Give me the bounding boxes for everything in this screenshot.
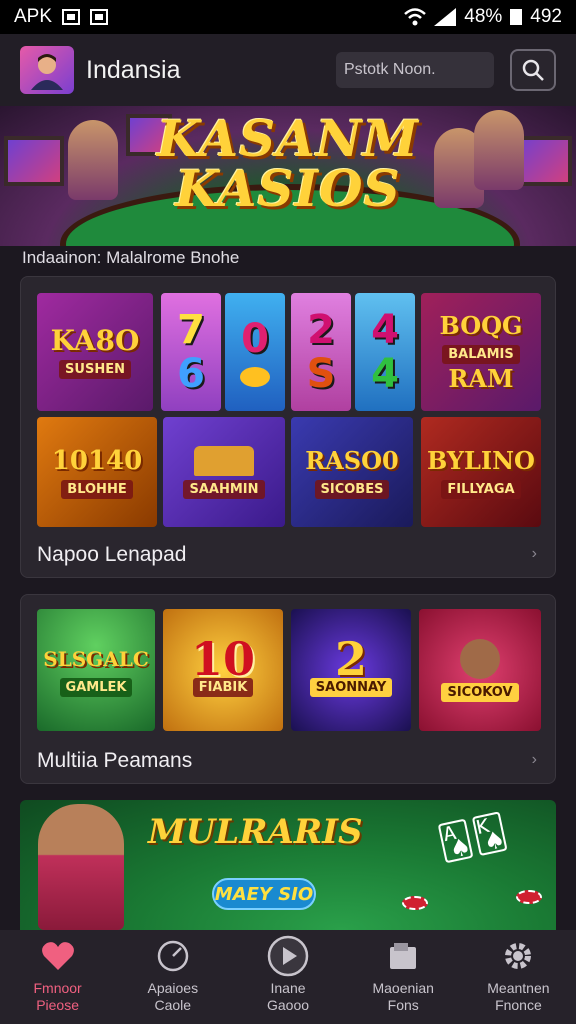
signal-icon <box>434 8 457 26</box>
treasure-chest-icon <box>194 445 254 476</box>
section-subtitle: Indaainon: Malalrome Bnohe <box>22 248 240 267</box>
tile-title: 10 <box>190 631 255 686</box>
chevron-right-icon[interactable]: › <box>532 545 537 563</box>
slot-reel-tile[interactable]: 4 4 <box>355 293 415 411</box>
game-tile[interactable]: BOQG BALAMIS RAM <box>421 293 541 411</box>
tile-subtitle: BLOHHE <box>61 479 133 499</box>
chevron-right-icon[interactable]: › <box>532 751 537 769</box>
search-icon <box>522 59 544 81</box>
nav-label: Fons <box>387 997 419 1013</box>
nav-item-games[interactable]: Apaioes Caole <box>115 930 230 1024</box>
avatar-icon <box>31 54 63 90</box>
playing-cards-icon: 🂡🂮 <box>435 812 512 864</box>
hero-title-line1: KASANM <box>156 109 420 168</box>
tile-subtitle: BALAMIS <box>442 344 520 364</box>
tile-subtitle: SAONNAY <box>309 677 393 697</box>
hero-banner[interactable]: KASANM KASIOS <box>0 106 576 246</box>
tile-title: RAM <box>448 363 514 393</box>
nav-label: Apaioes <box>147 980 199 996</box>
bottom-nav: Fmnoor Pieose Apaioes Caole Inane Gaooo <box>0 930 576 1024</box>
gallery-icon <box>90 9 109 25</box>
slot-reel-tile[interactable]: 0 <box>225 293 285 411</box>
tile-title: 10140 <box>51 445 143 476</box>
slot-symbol: 2 <box>307 307 335 353</box>
nav-label: Fmnoor <box>33 980 82 996</box>
nav-label: Fnonce <box>495 997 542 1013</box>
nav-label: Caole <box>154 997 192 1013</box>
game-tile[interactable]: RASO0 SICOBES <box>291 417 413 527</box>
wifi-icon <box>404 8 427 26</box>
games-panel: KA8O SUSHEN 7 6 0 2 S 4 4 BOQG BALAMIS R… <box>20 276 556 578</box>
tile-subtitle: FIABIK <box>192 677 254 697</box>
tile-subtitle: SICOKOV <box>441 682 519 702</box>
slot-symbol: 7 <box>177 307 205 353</box>
nav-item-messages[interactable]: Maoenian Fons <box>346 930 461 1024</box>
nav-item-favorites[interactable]: Fmnoor Pieose <box>0 930 115 1024</box>
gear-icon <box>505 943 532 969</box>
tile-title: BYLINO <box>427 445 535 475</box>
slot-symbol: 4 <box>371 307 399 353</box>
notification-icon <box>62 9 81 25</box>
promo-button[interactable]: MAEY SIO <box>212 878 316 910</box>
app-title: Indansia <box>86 55 181 84</box>
carrier-label: APK <box>14 6 53 27</box>
search-button[interactable] <box>510 49 556 91</box>
slot-symbol: 4 <box>371 351 399 397</box>
battery-percent: 48% <box>464 6 503 27</box>
heart-icon <box>41 942 74 970</box>
game-tile[interactable]: 10140 BLOHHE <box>37 417 157 527</box>
tile-subtitle: SUSHEN <box>59 359 131 379</box>
nav-label: Meantnen <box>487 980 550 996</box>
search-input[interactable] <box>336 52 494 88</box>
nav-label: Pieose <box>36 997 79 1013</box>
promo-banner[interactable]: MULRARIS MAEY SIO 🂡🂮 <box>20 800 556 930</box>
slot-symbol: 6 <box>177 351 205 397</box>
gauge-icon <box>157 940 189 972</box>
tile-subtitle: FILLYAGA <box>441 479 521 499</box>
slot-symbol: S <box>306 351 336 397</box>
tile-subtitle: SICOBES <box>314 479 390 499</box>
tile-subtitle: SAAHMIN <box>183 479 265 499</box>
nav-label: Inane <box>270 980 306 996</box>
poker-chip-icon <box>402 896 428 910</box>
game-tile[interactable]: 10 FIABIK <box>163 609 283 731</box>
slot-reel-tile[interactable]: 2 S <box>291 293 351 411</box>
game-tile[interactable]: SAAHMIN <box>163 417 285 527</box>
status-bar: APK 48% 492 <box>0 0 576 34</box>
game-tile[interactable]: SLSGALC GAMLEK <box>37 609 155 731</box>
poker-chip-icon <box>516 890 542 904</box>
hero-title: KASANM KASIOS <box>0 114 576 214</box>
hero-title-line2: KASIOS <box>175 159 401 218</box>
nav-item-settings[interactable]: Meantnen Fnonce <box>461 930 576 1024</box>
coin-icon <box>240 367 270 387</box>
nav-label: Maoenian <box>372 980 434 996</box>
folder-icon <box>390 943 417 969</box>
battery-icon <box>510 9 523 25</box>
player-image <box>460 638 500 679</box>
app-header: Indansia <box>0 34 576 106</box>
panel-label: Napoo Lenapad <box>37 543 187 566</box>
game-tile[interactable]: 2 SAONNAY <box>291 609 411 731</box>
multiplayer-panel: SLSGALC GAMLEK 10 FIABIK 2 SAONNAY SICOK… <box>20 594 556 784</box>
tile-title: KA8O <box>50 323 140 357</box>
game-tile[interactable]: KA8O SUSHEN <box>37 293 153 411</box>
tile-title: SLSGALC <box>43 646 149 671</box>
game-tile[interactable]: BYLINO FILLYAGA <box>421 417 541 527</box>
tile-title: RASO0 <box>305 445 399 475</box>
promo-title: MULRARIS <box>148 812 363 852</box>
app-logo[interactable] <box>20 46 74 94</box>
play-icon <box>267 935 309 977</box>
game-tile[interactable]: SICOKOV <box>419 609 541 731</box>
tile-subtitle: GAMLEK <box>59 677 133 697</box>
slot-reel-tile[interactable]: 7 6 <box>161 293 221 411</box>
player-image <box>38 804 124 930</box>
panel-label: Multiia Peamans <box>37 749 193 772</box>
clock: 492 <box>530 6 562 27</box>
tile-title: 2 <box>334 631 367 686</box>
nav-item-play[interactable]: Inane Gaooo <box>230 930 345 1024</box>
tile-title: BOQG <box>439 310 523 340</box>
nav-label: Gaooo <box>266 997 310 1013</box>
slot-symbol: 0 <box>241 316 269 362</box>
